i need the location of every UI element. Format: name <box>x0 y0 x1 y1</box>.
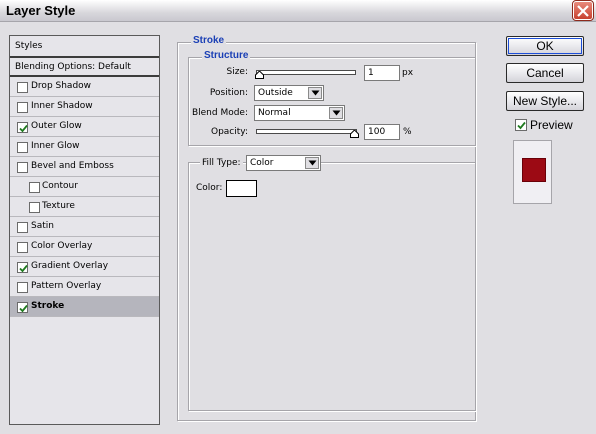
checkbox[interactable] <box>29 202 40 213</box>
opacity-slider-track[interactable] <box>256 129 357 134</box>
style-item-label: Pattern Overlay <box>31 281 102 291</box>
checkbox-checked[interactable] <box>17 122 28 133</box>
style-item-label: Drop Shadow <box>31 81 92 91</box>
ok-button[interactable]: OK <box>506 36 584 56</box>
style-item-label: Texture <box>42 201 75 211</box>
preview-checkbox[interactable] <box>515 119 527 131</box>
styles-list-panel: Styles Blending Options: Default Drop Sh… <box>9 35 160 425</box>
checkbox[interactable] <box>17 102 28 113</box>
blend-mode-label: Blend Mode: <box>191 108 248 118</box>
style-item-label: Inner Shadow <box>31 101 93 111</box>
fill-type-group-box <box>188 162 476 411</box>
style-item-bevel-and-emboss[interactable]: Bevel and Emboss <box>10 157 159 177</box>
style-items-list: Drop Shadow Inner Shadow Outer Glow Inner G… <box>10 77 159 317</box>
checkbox[interactable] <box>17 82 28 93</box>
checkbox-checked[interactable] <box>17 262 28 273</box>
new-style-button[interactable]: New Style... <box>506 91 584 111</box>
fill-type-label: Fill Type: <box>200 158 243 168</box>
checkbox[interactable] <box>17 242 28 253</box>
size-label: Size: <box>226 67 248 77</box>
checkbox[interactable] <box>17 142 28 153</box>
style-item-label: Satin <box>31 221 54 231</box>
blend-mode-select[interactable]: Normal <box>254 105 345 121</box>
position-select[interactable]: Outside <box>254 85 324 101</box>
size-slider-track[interactable] <box>256 70 356 75</box>
style-item-label: Inner Glow <box>31 141 80 151</box>
blend-mode-value: Normal <box>258 108 291 118</box>
style-item-contour[interactable]: Contour <box>10 177 159 197</box>
position-label: Position: <box>209 88 248 98</box>
styles-header[interactable]: Styles <box>10 36 159 58</box>
stroke-color-swatch[interactable] <box>226 180 257 197</box>
checkbox[interactable] <box>29 182 40 193</box>
size-unit: px <box>402 68 414 78</box>
chevron-down-icon <box>305 157 319 169</box>
checkbox[interactable] <box>17 282 28 293</box>
fill-type-select[interactable]: Color <box>246 155 321 171</box>
structure-section-title: Structure <box>202 50 251 61</box>
style-item-label: Color Overlay <box>31 241 93 251</box>
style-item-gradient-overlay[interactable]: Gradient Overlay <box>10 257 159 277</box>
checkbox[interactable] <box>17 162 28 173</box>
style-item-pattern-overlay[interactable]: Pattern Overlay <box>10 277 159 297</box>
style-item-satin[interactable]: Satin <box>10 217 159 237</box>
checkbox-checked[interactable] <box>17 302 28 313</box>
chevron-down-icon <box>329 107 343 119</box>
style-item-inner-glow[interactable]: Inner Glow <box>10 137 159 157</box>
window-title: Layer Style <box>6 3 76 18</box>
opacity-label: Opacity: <box>211 127 248 137</box>
close-button[interactable] <box>572 0 594 21</box>
size-slider-thumb[interactable] <box>255 70 264 79</box>
style-item-outer-glow[interactable]: Outer Glow <box>10 117 159 137</box>
style-item-label: Bevel and Emboss <box>31 161 114 171</box>
style-item-texture[interactable]: Texture <box>10 197 159 217</box>
fill-type-value: Color <box>250 158 274 168</box>
style-item-label: Gradient Overlay <box>31 261 109 271</box>
opacity-slider-thumb[interactable] <box>350 129 359 138</box>
opacity-input[interactable]: 100 <box>364 124 400 140</box>
opacity-unit: % <box>403 127 412 137</box>
stroke-section-title: Stroke <box>191 35 227 46</box>
size-input[interactable]: 1 <box>364 65 400 81</box>
blending-options-item[interactable]: Blending Options: Default <box>10 58 159 77</box>
cancel-button[interactable]: Cancel <box>506 63 584 83</box>
style-item-inner-shadow[interactable]: Inner Shadow <box>10 97 159 117</box>
title-bar: Layer Style <box>0 0 596 22</box>
position-value: Outside <box>258 88 293 98</box>
style-item-drop-shadow[interactable]: Drop Shadow <box>10 77 159 97</box>
style-item-label: Contour <box>42 181 78 191</box>
style-preview-box <box>513 140 552 204</box>
checkbox[interactable] <box>17 222 28 233</box>
style-item-label: Stroke <box>31 301 65 311</box>
color-label: Color: <box>196 183 223 193</box>
style-item-stroke[interactable]: Stroke <box>10 297 159 317</box>
style-preview-swatch <box>522 158 546 182</box>
chevron-down-icon <box>308 87 322 99</box>
style-item-color-overlay[interactable]: Color Overlay <box>10 237 159 257</box>
style-item-label: Outer Glow <box>31 121 82 131</box>
preview-label: Preview <box>530 118 573 132</box>
